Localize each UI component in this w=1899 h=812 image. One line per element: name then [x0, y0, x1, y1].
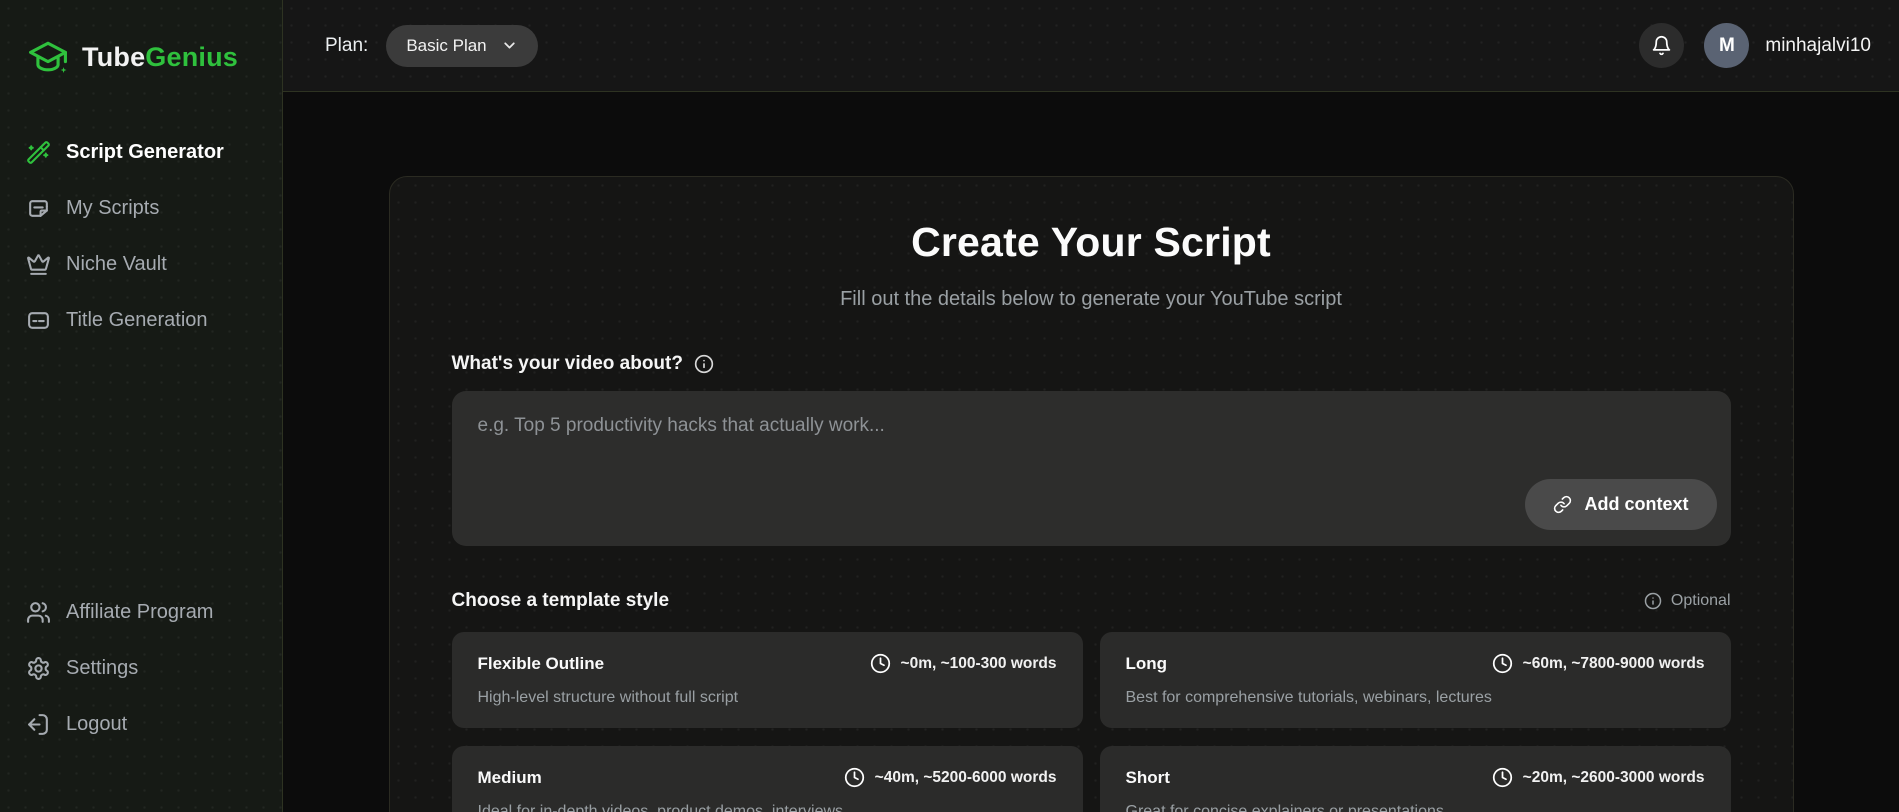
bell-icon [1651, 35, 1672, 56]
logout-icon [26, 712, 51, 737]
template-title: Flexible Outline [477, 653, 605, 673]
info-icon [1644, 592, 1662, 610]
template-title: Long [1125, 653, 1168, 673]
template-card-header: Flexible Outline ~0m, ~100-300 words [478, 653, 1057, 674]
sidebar-item-logout[interactable]: Logout [26, 702, 256, 746]
sidebar-item-label: My Scripts [66, 196, 160, 219]
username: minhajalvi10 [1765, 34, 1871, 56]
gear-icon [26, 656, 51, 681]
topic-label: What's your video about? [451, 353, 683, 374]
sidebar-item-label: Title Generation [66, 308, 208, 331]
sidebar-item-label: Logout [66, 712, 128, 735]
template-card-medium[interactable]: Medium ~40m, ~5200-6000 words Ideal for … [451, 746, 1083, 812]
clock-icon [1492, 767, 1513, 788]
sidebar-item-affiliate-program[interactable]: Affiliate Program [26, 590, 256, 634]
sidebar-item-script-generator[interactable]: Script Generator [26, 130, 256, 174]
sidebar-item-niche-vault[interactable]: Niche Vault [26, 242, 256, 286]
template-card-header: Medium ~40m, ~5200-6000 words [478, 767, 1057, 788]
template-style-label: Choose a template style [451, 590, 670, 611]
topic-label-row: What's your video about? [452, 353, 1731, 375]
link-icon [1553, 495, 1572, 514]
sidebar: TubeGenius Script Generator My Scripts N… [0, 0, 283, 812]
optional-label: Optional [1670, 592, 1731, 609]
sidebar-item-title-generation[interactable]: Title Generation [26, 298, 256, 342]
clock-icon [1492, 653, 1513, 674]
template-card-long[interactable]: Long ~60m, ~7800-9000 words Best for com… [1099, 632, 1731, 728]
template-meta: ~0m, ~100-300 words [870, 653, 1057, 674]
main-area: Create Your Script Fill out the details … [283, 92, 1899, 812]
page-subtitle: Fill out the details below to generate y… [840, 288, 1342, 310]
notifications-button[interactable] [1639, 23, 1685, 68]
template-duration: ~0m, ~100-300 words [900, 654, 1057, 672]
content-column: Plan: Basic Plan M minhajalvi10 Create Y… [283, 0, 1899, 812]
sidebar-item-label: Affiliate Program [66, 600, 214, 623]
page-title: Create Your Script [911, 219, 1271, 265]
notepad-icon [26, 196, 51, 221]
topbar: Plan: Basic Plan M minhajalvi10 [283, 0, 1899, 92]
sidebar-item-settings[interactable]: Settings [26, 646, 256, 690]
template-grid: Flexible Outline ~0m, ~100-300 words Hig… [451, 632, 1731, 812]
template-duration: ~40m, ~5200-6000 words [874, 768, 1057, 786]
sidebar-nav: Script Generator My Scripts Niche Vault [26, 130, 256, 342]
template-duration: ~20m, ~2600-3000 words [1522, 768, 1705, 786]
sidebar-item-label: Settings [66, 656, 139, 679]
info-icon[interactable] [694, 354, 714, 374]
sidebar-item-label: Niche Vault [66, 252, 167, 275]
template-card-header: Long ~60m, ~7800-9000 words [1126, 653, 1705, 674]
template-card-short[interactable]: Short ~20m, ~2600-3000 words Great for c… [1099, 746, 1731, 812]
template-meta: ~40m, ~5200-6000 words [844, 767, 1057, 788]
avatar[interactable]: M [1704, 23, 1750, 68]
graduation-cap-icon [26, 35, 70, 79]
users-icon [26, 600, 51, 625]
add-context-label: Add context [1584, 494, 1689, 514]
plan-dropdown-value: Basic Plan [406, 35, 487, 55]
template-description: Best for comprehensive tutorials, webina… [1125, 689, 1492, 706]
wand-sparkles-icon [26, 140, 51, 165]
template-header: Choose a template style Optional [452, 590, 1731, 612]
plan-label: Plan: [325, 34, 369, 56]
sidebar-item-label: Script Generator [66, 140, 224, 163]
template-description: High-level structure without full script [477, 689, 739, 706]
template-duration: ~60m, ~7800-9000 words [1522, 654, 1705, 672]
template-card-header: Short ~20m, ~2600-3000 words [1126, 767, 1705, 788]
chevron-down-icon [501, 37, 518, 54]
sidebar-item-my-scripts[interactable]: My Scripts [26, 186, 256, 230]
brand-logo[interactable]: TubeGenius [26, 0, 256, 84]
clock-icon [844, 767, 865, 788]
sidebar-footer-nav: Affiliate Program Settings Logout [26, 590, 256, 746]
template-description: Ideal for in-depth videos, product demos… [477, 803, 844, 812]
template-meta: ~20m, ~2600-3000 words [1492, 767, 1705, 788]
plan-dropdown[interactable]: Basic Plan [386, 24, 538, 67]
script-generator-card: Create Your Script Fill out the details … [388, 176, 1794, 812]
add-context-button[interactable]: Add context [1525, 479, 1717, 530]
captions-icon [26, 308, 51, 333]
template-title: Short [1125, 767, 1170, 787]
crown-icon [26, 252, 51, 277]
template-description: Great for concise explainers or presenta… [1125, 803, 1444, 812]
template-title: Medium [477, 767, 542, 787]
optional-badge: Optional [1644, 592, 1731, 610]
template-card-flexible-outline[interactable]: Flexible Outline ~0m, ~100-300 words Hig… [451, 632, 1083, 728]
topic-input-wrap: Add context [451, 391, 1731, 546]
brand-name: TubeGenius [82, 41, 239, 72]
template-meta: ~60m, ~7800-9000 words [1492, 653, 1705, 674]
clock-icon [870, 653, 891, 674]
